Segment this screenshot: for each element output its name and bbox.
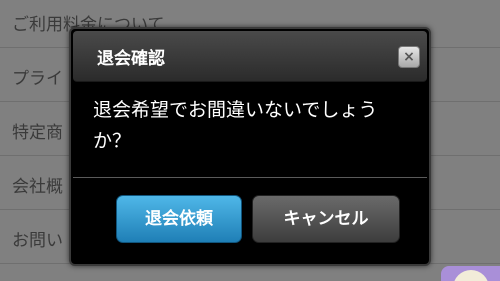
dialog-message: 退会希望でお間違いないでしょうか？ xyxy=(93,99,378,152)
list-item-label: プライ xyxy=(12,69,63,89)
divider xyxy=(73,177,427,178)
cancel-button[interactable]: キャンセル xyxy=(252,195,400,243)
close-icon: × xyxy=(403,49,415,65)
dialog-header: 退会確認 × xyxy=(73,31,427,82)
dialog-title: 退会確認 xyxy=(97,49,165,69)
list-item-label: 会社概 xyxy=(12,177,63,197)
withdrawal-confirm-dialog: 退会確認 × 退会希望でお間違いないでしょうか？ 退会依頼 キャンセル xyxy=(69,27,431,266)
floating-badge[interactable] xyxy=(441,266,500,281)
list-item-label: お問い xyxy=(12,231,63,251)
list-item-label: 特定商 xyxy=(12,123,63,143)
badge-face-icon xyxy=(453,270,489,281)
withdraw-request-button[interactable]: 退会依頼 xyxy=(116,195,242,243)
close-button[interactable]: × xyxy=(398,46,420,68)
